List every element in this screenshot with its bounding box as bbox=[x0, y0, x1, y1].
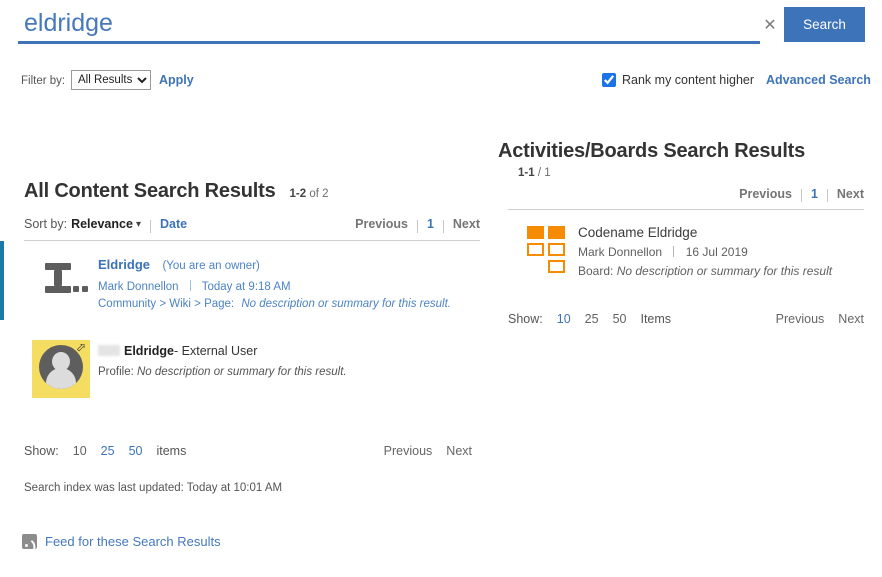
board-description-row: Board: No description or summary for thi… bbox=[578, 264, 864, 278]
result-owner-note: (You are an owner) bbox=[162, 260, 260, 272]
board-label: Board: bbox=[578, 264, 614, 278]
search-input[interactable] bbox=[24, 6, 724, 40]
search-result-item[interactable]: ⬀ Eldridge- External User Profile: No de… bbox=[0, 320, 490, 408]
board-date: 16 Jul 2019 bbox=[685, 245, 748, 259]
search-input-container bbox=[18, 4, 760, 44]
advanced-search-link[interactable]: Advanced Search bbox=[766, 73, 871, 87]
show-count-25[interactable]: 25 bbox=[585, 312, 599, 326]
board-description: No description or summary for this resul… bbox=[616, 264, 833, 278]
divider bbox=[416, 219, 418, 233]
board-result-item[interactable]: Codename Eldridge Mark Donnellon 16 Jul … bbox=[490, 210, 882, 288]
sort-date-option[interactable]: Date bbox=[160, 217, 187, 231]
board-title-link[interactable]: Codename Eldridge bbox=[578, 225, 864, 240]
previous-page-button[interactable]: Previous bbox=[384, 444, 433, 458]
filter-select[interactable]: All Results bbox=[71, 70, 151, 90]
left-show-row: Show: 10 25 50 items Previous Next bbox=[0, 444, 490, 458]
divider bbox=[189, 280, 191, 291]
result-author[interactable]: Mark Donnellon bbox=[98, 281, 179, 293]
result-total: / 1 bbox=[537, 167, 551, 179]
left-title-row: All Content Search Results 1-2 of 2 bbox=[0, 180, 490, 203]
result-icon-slot bbox=[24, 255, 98, 310]
show-label: Show: bbox=[24, 444, 59, 458]
show-units-label: Items bbox=[640, 312, 672, 326]
page-title: All Content Search Results bbox=[24, 180, 276, 202]
board-tiles-icon bbox=[527, 226, 567, 273]
next-page-button[interactable]: Next bbox=[837, 187, 864, 201]
result-icon-slot bbox=[516, 224, 578, 278]
board-author[interactable]: Mark Donnellon bbox=[578, 245, 662, 259]
external-user-badge-icon: ⬀ bbox=[76, 340, 87, 354]
sort-label: Sort by: bbox=[24, 217, 68, 231]
result-body: Eldridge (You are an owner) Mark Donnell… bbox=[98, 255, 480, 310]
result-title-link[interactable]: Eldridge bbox=[98, 257, 150, 272]
show-units-label: items bbox=[156, 444, 187, 458]
document-ibeam-icon bbox=[40, 257, 88, 299]
result-title-suffix: - External User bbox=[174, 344, 258, 358]
right-title-row: Activities/Boards Search Results bbox=[490, 140, 882, 163]
previous-page-button[interactable]: Previous bbox=[776, 312, 825, 326]
next-page-button[interactable]: Next bbox=[453, 217, 480, 231]
search-bar: ✕ Search bbox=[0, 0, 882, 48]
result-icon-slot: ⬀ bbox=[24, 338, 98, 398]
feed-row[interactable]: Feed for these Search Results bbox=[0, 534, 490, 549]
search-index-note: Search index was last updated: Today at … bbox=[24, 482, 283, 494]
result-path-row: Community > Wiki > Page: No description … bbox=[98, 298, 480, 310]
divider bbox=[800, 189, 802, 202]
rss-icon bbox=[22, 534, 37, 549]
sort-row: Sort by: Relevance ▾ Date Previous 1 Nex… bbox=[0, 214, 490, 234]
result-title-link[interactable]: Eldridge bbox=[124, 344, 174, 358]
page-number-1[interactable]: 1 bbox=[811, 187, 818, 201]
search-result-item[interactable]: Eldridge (You are an owner) Mark Donnell… bbox=[0, 241, 490, 320]
result-date: Today at 9:18 AM bbox=[201, 281, 291, 293]
divider bbox=[442, 219, 444, 233]
result-description: No description or summary for this resul… bbox=[137, 366, 347, 378]
board-meta: Mark Donnellon 16 Jul 2019 bbox=[578, 245, 864, 259]
result-body: Eldridge- External User Profile: No desc… bbox=[98, 338, 480, 398]
right-show-row: Show: 10 25 50 Items Previous Next bbox=[490, 312, 882, 326]
result-range: 1-2 bbox=[289, 188, 307, 200]
previous-page-button[interactable]: Previous bbox=[739, 187, 792, 201]
result-body: Codename Eldridge Mark Donnellon 16 Jul … bbox=[578, 224, 864, 278]
search-button[interactable]: Search bbox=[784, 7, 865, 42]
sort-relevance-option[interactable]: Relevance bbox=[71, 217, 133, 231]
show-count-10[interactable]: 10 bbox=[73, 444, 87, 458]
redacted-name bbox=[98, 345, 120, 357]
result-description: No description or summary for this resul… bbox=[241, 298, 451, 310]
activities-boards-results-panel: Activities/Boards Search Results 1-1 / 1… bbox=[490, 140, 882, 326]
page-number-1[interactable]: 1 bbox=[427, 217, 434, 231]
result-range: 1-1 bbox=[518, 167, 535, 179]
profile-label: Profile: bbox=[98, 366, 134, 378]
next-page-button[interactable]: Next bbox=[446, 444, 472, 458]
all-content-results-panel: All Content Search Results 1-2 of 2 Sort… bbox=[0, 180, 490, 549]
previous-page-button[interactable]: Previous bbox=[355, 217, 408, 231]
divider bbox=[149, 219, 151, 233]
divider bbox=[673, 246, 675, 257]
apply-button[interactable]: Apply bbox=[159, 73, 194, 87]
filter-row: Filter by: All Results Apply Rank my con… bbox=[0, 70, 882, 94]
user-avatar-icon: ⬀ bbox=[32, 340, 90, 398]
result-breadcrumb[interactable]: Community > Wiki > Page: bbox=[98, 298, 234, 310]
show-count-50[interactable]: 50 bbox=[613, 312, 627, 326]
show-count-10[interactable]: 10 bbox=[557, 312, 571, 326]
rank-my-content-checkbox[interactable] bbox=[602, 73, 616, 87]
result-meta: Mark Donnellon Today at 9:18 AM bbox=[98, 279, 480, 293]
clear-search-icon[interactable]: ✕ bbox=[760, 16, 780, 36]
rank-my-content-label: Rank my content higher bbox=[622, 73, 755, 87]
result-profile-row: Profile: No description or summary for t… bbox=[98, 366, 480, 378]
right-result-count: 1-1 / 1 bbox=[490, 167, 882, 179]
divider bbox=[826, 189, 828, 202]
result-total: of 2 bbox=[309, 188, 329, 200]
result-count: 1-2 of 2 bbox=[290, 188, 329, 200]
next-page-button[interactable]: Next bbox=[838, 312, 864, 326]
right-pagination: Previous 1 Next bbox=[490, 187, 882, 202]
feed-link[interactable]: Feed for these Search Results bbox=[45, 534, 221, 549]
filter-label: Filter by: bbox=[21, 75, 66, 87]
chevron-down-icon[interactable]: ▾ bbox=[136, 219, 141, 230]
panel-title: Activities/Boards Search Results bbox=[498, 140, 806, 162]
show-count-50[interactable]: 50 bbox=[129, 444, 143, 458]
show-count-25[interactable]: 25 bbox=[101, 444, 115, 458]
left-pagination: Previous 1 Next bbox=[355, 217, 480, 233]
show-label: Show: bbox=[508, 312, 543, 326]
